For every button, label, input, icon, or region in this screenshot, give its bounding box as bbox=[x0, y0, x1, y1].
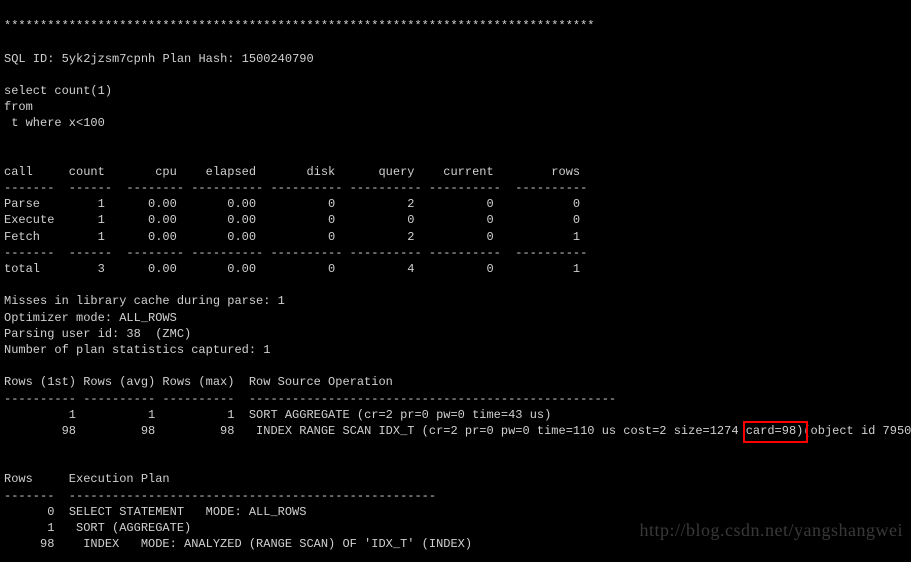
card-value: card=98) bbox=[746, 424, 804, 438]
terminal-output: ****************************************… bbox=[0, 0, 911, 562]
stars-top: ****************************************… bbox=[4, 19, 595, 33]
query-line2: from bbox=[4, 100, 33, 114]
query-line3: t where x<100 bbox=[4, 116, 105, 130]
call-table-sep: ------- ------ -------- ---------- -----… bbox=[4, 181, 587, 195]
call-row-fetch: Fetch 1 0.00 0.00 0 2 0 1 bbox=[4, 230, 580, 244]
exec-plan-header: Rows Execution Plan bbox=[4, 472, 170, 486]
call-row-total: total 3 0.00 0.00 0 4 0 1 bbox=[4, 262, 580, 276]
watermark-text: http://blog.csdn.net/yangshangwei bbox=[640, 518, 903, 542]
sql-id-line: SQL ID: 5yk2jzsm7cpnh Plan Hash: 1500240… bbox=[4, 52, 314, 66]
exec-plan-sep: ------- --------------------------------… bbox=[4, 489, 436, 503]
optimizer-line: Optimizer mode: ALL_ROWS bbox=[4, 311, 177, 325]
plan-stats-line: Number of plan statistics captured: 1 bbox=[4, 343, 270, 357]
exec-plan-row0: 0 SELECT STATEMENT MODE: ALL_ROWS bbox=[4, 505, 306, 519]
query-line1: select count(1) bbox=[4, 84, 112, 98]
row-source-row2: 98 98 98 INDEX RANGE SCAN IDX_T (cr=2 pr… bbox=[4, 424, 911, 438]
misses-line: Misses in library cache during parse: 1 bbox=[4, 294, 285, 308]
parsing-user-line: Parsing user id: 38 (ZMC) bbox=[4, 327, 191, 341]
call-table-sep2: ------- ------ -------- ---------- -----… bbox=[4, 246, 587, 260]
exec-plan-row1: 1 SORT (AGGREGATE) bbox=[4, 521, 191, 535]
row-source-header: Rows (1st) Rows (avg) Rows (max) Row Sou… bbox=[4, 375, 393, 389]
row-source-sep: ---------- ---------- ---------- -------… bbox=[4, 392, 616, 406]
call-row-execute: Execute 1 0.00 0.00 0 0 0 0 bbox=[4, 213, 580, 227]
row-source-row1: 1 1 1 SORT AGGREGATE (cr=2 pr=0 pw=0 tim… bbox=[4, 408, 551, 422]
call-table-header: call count cpu elapsed disk query curren… bbox=[4, 165, 580, 179]
call-row-parse: Parse 1 0.00 0.00 0 2 0 0 bbox=[4, 197, 580, 211]
exec-plan-row2: 98 INDEX MODE: ANALYZED (RANGE SCAN) OF … bbox=[4, 537, 472, 551]
